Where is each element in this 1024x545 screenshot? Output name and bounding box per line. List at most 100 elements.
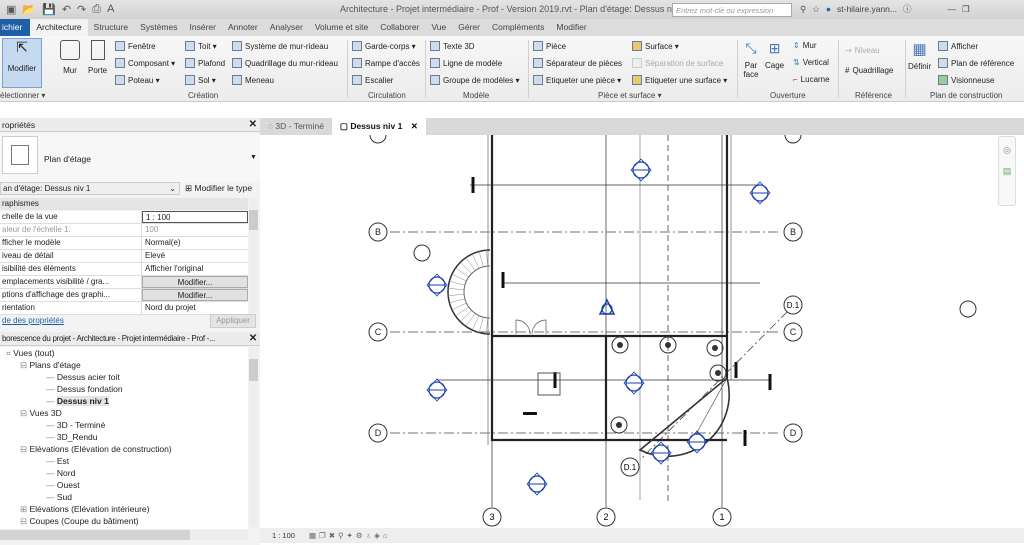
property-value[interactable]: Nord du projet (142, 302, 248, 314)
close-icon[interactable]: ✕ (249, 119, 257, 130)
browser-h-scrollbar[interactable] (0, 530, 248, 540)
property-row[interactable]: isibilité des éléments Afficher l'origina… (0, 263, 248, 276)
tab-dessus-niv-1[interactable]: ▢ Dessus niv 1 ✕ (331, 118, 426, 135)
window-button[interactable]: Fenêtre (115, 41, 156, 51)
stair-button[interactable]: Escalier (352, 75, 393, 85)
binoculars-icon[interactable]: ⚲ (800, 4, 806, 15)
group-graphics[interactable]: raphismes (0, 198, 248, 210)
tree-branch-icon[interactable]: — (46, 396, 57, 406)
property-value[interactable]: Modifier... (142, 289, 248, 301)
tag-room-button[interactable]: Etiqueter une pièce ▾ (533, 75, 621, 85)
tag-area-button[interactable]: Etiqueter une surface ▾ (632, 75, 727, 85)
property-row[interactable]: iveau de détail Elevé (0, 250, 248, 263)
property-row[interactable]: ptions d'affichage des graphi... Modifier… (0, 289, 248, 302)
railing-button[interactable]: Garde-corps ▾ (352, 41, 416, 51)
model-group-button[interactable]: Groupe de modèles ▾ (430, 75, 520, 85)
ramp-button[interactable]: Rampe d'accès (352, 58, 420, 68)
property-value[interactable]: Elevé (142, 250, 248, 262)
mullion-button[interactable]: Meneau (232, 75, 274, 85)
vertical-opening-button[interactable]: ⇅ Vertical (793, 58, 829, 67)
scale-label[interactable]: 1 : 100 (272, 531, 295, 540)
tab-1[interactable]: Architecture (30, 19, 88, 36)
room-separator-button[interactable]: Séparateur de pièces (533, 58, 622, 68)
grid-button[interactable]: # Quadrillage (845, 66, 893, 75)
tab-3[interactable]: Systèmes (134, 19, 183, 36)
select-panel-label[interactable]: électionner ▾ (0, 91, 45, 100)
ceiling-button[interactable]: Plafond (185, 58, 225, 68)
modify-button[interactable]: ⇱ Modifier (2, 38, 42, 88)
tree-branch-icon[interactable]: — (46, 420, 57, 430)
help-icon[interactable]: ⓘ (903, 3, 912, 15)
browser-item[interactable]: — Coupe 2 (46, 528, 89, 529)
floor-plan-drawing[interactable]: B B C C D D 3 2 1 D.1 D.1 (260, 135, 1024, 528)
close-icon[interactable]: ✕ (411, 121, 418, 131)
tab-4[interactable]: Insérer (184, 19, 222, 36)
dormer-button[interactable]: ⌐ Lucarne (793, 75, 830, 84)
tree-branch-icon[interactable]: — (46, 372, 57, 382)
floor-button[interactable]: Sol ▾ (185, 75, 216, 85)
property-value[interactable]: Afficher l'original (142, 263, 248, 275)
tree-branch-icon[interactable]: — (46, 492, 57, 502)
tab-0[interactable]: ichier (0, 19, 31, 36)
show-workplane-button[interactable]: Afficher (938, 41, 978, 51)
browser-item[interactable]: — Sud (46, 492, 72, 502)
room-button[interactable]: Pièce (533, 41, 566, 51)
close-icon[interactable]: ✕ (249, 333, 257, 344)
tab-3d-termine[interactable]: ◌ 3D - Terminé (260, 118, 332, 135)
tree-branch-icon[interactable]: — (46, 468, 57, 478)
browser-item[interactable]: — Est (46, 456, 69, 466)
component-button[interactable]: Composant ▾ (115, 58, 175, 68)
curtain-system-button[interactable]: Système de mur-rideau (232, 41, 328, 51)
property-value[interactable]: Normal(e) (142, 237, 248, 249)
user-name[interactable]: st-hilaire.yann... (837, 4, 897, 14)
reference-plane-button[interactable]: Plan de référence (938, 58, 1014, 68)
property-value[interactable]: 100 (142, 224, 248, 236)
by-face-button[interactable]: ⤡ Par face (740, 40, 762, 79)
properties-help-link[interactable]: de des propriétés (2, 316, 64, 325)
wall-opening-button[interactable]: ⇕ Mur (793, 41, 816, 50)
browser-item[interactable]: ⊟ Coupes (Coupe du bâtiment) (20, 516, 139, 527)
set-workplane-button[interactable]: ▦ Définir (908, 40, 931, 71)
edit-type-button[interactable]: ⊞ Modifier le type (185, 183, 252, 194)
browser-scrollbar[interactable] (249, 347, 258, 527)
property-row[interactable]: aleur de l'échelle 1: 100 (0, 224, 248, 237)
browser-item[interactable]: ⊞ Elévations (Elévation intérieure) (20, 504, 150, 515)
tab-9[interactable]: Vue (425, 19, 452, 36)
quick-access-toolbar[interactable]: ▣ 📂 💾 ↶ ↷ ⎙ A (0, 3, 114, 16)
browser-item[interactable]: — Dessus fondation (46, 384, 123, 394)
property-value[interactable]: 1 : 100 (142, 211, 248, 223)
tree-branch-icon[interactable]: — (46, 480, 57, 490)
tab-7[interactable]: Volume et site (309, 19, 374, 36)
minimize-button[interactable]: — (948, 4, 957, 14)
browser-item[interactable]: ⊟ Elévations (Elévation de construction) (20, 444, 172, 455)
door-button[interactable]: Porte (88, 40, 107, 75)
curtain-grid-button[interactable]: Quadrillage du mur-rideau (232, 58, 338, 68)
search-input[interactable]: Entrez mot-clé ou expression (672, 3, 792, 17)
column-button[interactable]: Poteau ▾ (115, 75, 160, 85)
browser-item[interactable]: ⊟ Vues 3D (20, 408, 62, 419)
browser-item[interactable]: ⊟ Plans d'étage (20, 360, 81, 371)
tab-11[interactable]: Compléments (486, 19, 550, 36)
viewer-button[interactable]: Visionneuse (938, 75, 994, 85)
room-area-panel-label[interactable]: Pièce et surface ▾ (598, 91, 662, 100)
browser-item[interactable]: — Dessus niv 1 (46, 396, 109, 406)
browser-item[interactable]: — Nord (46, 468, 75, 478)
tab-5[interactable]: Annoter (222, 19, 264, 36)
model-line-button[interactable]: Ligne de modèle (430, 58, 502, 68)
tab-2[interactable]: Structure (88, 19, 135, 36)
type-selector[interactable]: Plan d'étage ▼ (0, 134, 260, 182)
tab-10[interactable]: Gérer (452, 19, 486, 36)
tab-8[interactable]: Collaborer (374, 19, 425, 36)
browser-item[interactable]: — Ouest (46, 480, 80, 490)
tab-12[interactable]: Modifier (550, 19, 592, 36)
property-row[interactable]: fficher le modèle Normal(e) (0, 237, 248, 250)
view-control-icons[interactable]: ▦❐✖⚲✦⚙♁◈⌂ (309, 531, 391, 540)
star-icon[interactable]: ☆ (812, 4, 820, 15)
tree-branch-icon[interactable]: — (46, 456, 57, 466)
tree-branch-icon[interactable]: — (46, 432, 57, 442)
drawing-canvas[interactable]: ◌ 3D - Terminé ▢ Dessus niv 1 ✕ B B C C D D 3 2… (260, 118, 1024, 545)
area-button[interactable]: Surface ▾ (632, 41, 679, 51)
text-3d-button[interactable]: Texte 3D (430, 41, 475, 51)
browser-item[interactable]: — Dessus acier toit (46, 372, 120, 382)
shaft-button[interactable]: ⊞ Cage (765, 40, 784, 70)
